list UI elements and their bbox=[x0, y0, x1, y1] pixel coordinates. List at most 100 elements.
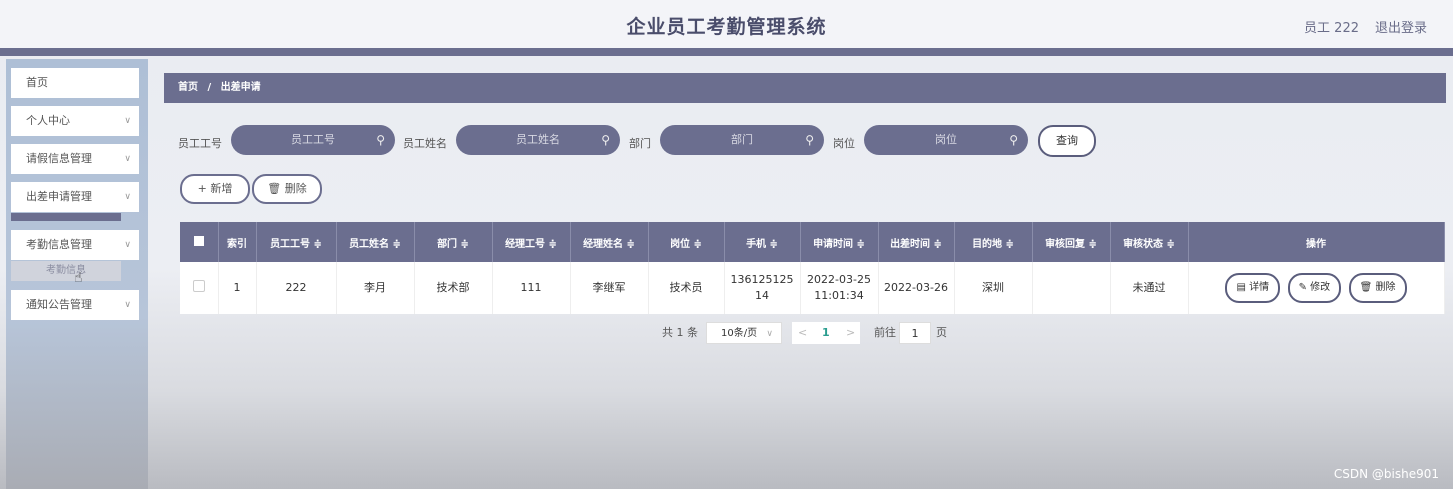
search-label-post: 岗位 bbox=[833, 137, 855, 150]
watermark: CSDN @bishe901 bbox=[1333, 467, 1439, 481]
sidebar-item-business-trip[interactable]: 出差申请管理 ∨ bbox=[11, 182, 139, 212]
detail-label: 详情 bbox=[1249, 282, 1270, 293]
search-icon: ⚲ bbox=[601, 133, 610, 147]
breadcrumb-home[interactable]: 首页 bbox=[178, 82, 198, 93]
input-placeholder: 部门 bbox=[731, 133, 753, 146]
sidebar-item-attendance[interactable]: 考勤信息管理 ∨ bbox=[11, 230, 139, 260]
column-header[interactable]: 经理姓名 ≑ bbox=[570, 222, 649, 262]
cell-trip-date: 2022-03-26 bbox=[878, 262, 955, 314]
document-icon: ▤ bbox=[1236, 282, 1246, 293]
cell-actions: ▤ 详情 ✎ 修改 🗑 删除 bbox=[1188, 262, 1445, 314]
phone-line-2: 14 bbox=[755, 289, 769, 302]
sidebar: 首页 个人中心 ∨ 请假信息管理 ∨ 出差申请管理 ∨ 考勤信息管理 ∨ 考勤信… bbox=[6, 59, 148, 489]
column-header[interactable]: 员工姓名 ≑ bbox=[336, 222, 415, 262]
cell-emp-name: 李月 bbox=[336, 262, 415, 314]
chevron-down-icon: ∨ bbox=[124, 300, 131, 310]
row-checkbox[interactable] bbox=[180, 262, 219, 314]
cell-emp-id: 222 bbox=[256, 262, 337, 314]
prev-page-button[interactable]: < bbox=[798, 322, 807, 344]
sidebar-item-leave[interactable]: 请假信息管理 ∨ bbox=[11, 144, 139, 174]
table-header-row: 索引 员工工号 ≑ 员工姓名 ≑ 部门 ≑ 经理工号 ≑ 经理姓名 ≑ 岗位 ≑… bbox=[180, 222, 1445, 262]
column-header[interactable]: 岗位 ≑ bbox=[648, 222, 725, 262]
search-label-dept: 部门 bbox=[629, 137, 651, 150]
chevron-down-icon: ∨ bbox=[124, 192, 131, 202]
sidebar-item-home[interactable]: 首页 bbox=[11, 68, 139, 98]
input-placeholder: 员工姓名 bbox=[516, 133, 560, 146]
column-header[interactable]: 审核回复 ≑ bbox=[1032, 222, 1111, 262]
sidebar-item-personal-center[interactable]: 个人中心 ∨ bbox=[11, 106, 139, 136]
cell-phone: 136125125 14 bbox=[724, 262, 801, 314]
search-label-emp-id: 员工工号 bbox=[178, 137, 222, 150]
search-icon: ⚲ bbox=[376, 133, 385, 147]
column-header[interactable]: 出差时间 ≑ bbox=[878, 222, 955, 262]
search-icon: ⚲ bbox=[1009, 133, 1018, 147]
dept-search-input[interactable]: 部门 ⚲ bbox=[660, 125, 824, 155]
sidebar-item-label: 个人中心 bbox=[26, 114, 70, 127]
cell-post: 技术员 bbox=[648, 262, 725, 314]
emp-id-search-input[interactable]: 员工工号 ⚲ bbox=[231, 125, 395, 155]
column-header[interactable]: 经理工号 ≑ bbox=[492, 222, 571, 262]
breadcrumb-current: 出差申请 bbox=[220, 82, 261, 93]
edit-button[interactable]: ✎ 修改 bbox=[1287, 273, 1342, 303]
chevron-down-icon: ∨ bbox=[124, 154, 131, 164]
edit-label: 修改 bbox=[1310, 282, 1331, 293]
chevron-down-icon: ∨ bbox=[766, 329, 773, 339]
sidebar-item-label: 首页 bbox=[26, 76, 48, 89]
pencil-icon: ✎ bbox=[1298, 282, 1307, 293]
select-all-checkbox[interactable] bbox=[180, 222, 219, 262]
sidebar-item-label: 考勤信息管理 bbox=[26, 238, 92, 251]
cell-mgr-name: 李继军 bbox=[570, 262, 649, 314]
add-button[interactable]: + 新增 bbox=[180, 174, 250, 204]
pagination-nav: < 1 > bbox=[792, 322, 860, 344]
cell-destination: 深圳 bbox=[954, 262, 1033, 314]
column-header[interactable]: 手机 ≑ bbox=[724, 222, 801, 262]
apply-clock: 11:01:34 bbox=[814, 289, 864, 302]
cell-status: 未通过 bbox=[1110, 262, 1189, 314]
cell-apply-time: 2022-03-25 11:01:34 bbox=[800, 262, 879, 314]
query-button[interactable]: 查询 bbox=[1038, 125, 1096, 157]
column-header[interactable]: 目的地 ≑ bbox=[954, 222, 1033, 262]
goto-page-input[interactable]: 1 bbox=[899, 322, 931, 344]
trash-icon: 🗑 bbox=[1359, 282, 1373, 293]
sidebar-item-notice[interactable]: 通知公告管理 ∨ bbox=[11, 290, 139, 320]
input-placeholder: 员工工号 bbox=[291, 133, 335, 146]
breadcrumb: 首页 / 出差申请 bbox=[164, 73, 1446, 103]
page-size-select[interactable]: 10条/页 ∨ bbox=[706, 322, 782, 344]
sidebar-item-label: 出差申请管理 bbox=[26, 190, 92, 203]
cell-reply bbox=[1032, 262, 1111, 314]
post-search-input[interactable]: 岗位 ⚲ bbox=[864, 125, 1028, 155]
trash-icon: 🗑 bbox=[267, 182, 282, 195]
page-size-value: 10条/页 bbox=[721, 328, 758, 339]
cell-dept: 技术部 bbox=[414, 262, 493, 314]
column-header: 操作 bbox=[1188, 222, 1445, 262]
column-header[interactable]: 申请时间 ≑ bbox=[800, 222, 879, 262]
column-header[interactable]: 部门 ≑ bbox=[414, 222, 493, 262]
batch-delete-label: 删除 bbox=[284, 182, 307, 195]
delete-button[interactable]: 🗑 删除 bbox=[1348, 273, 1407, 303]
goto-label: 前往 bbox=[874, 326, 896, 339]
apply-date: 2022-03-25 bbox=[807, 273, 871, 286]
delete-label: 删除 bbox=[1375, 282, 1396, 293]
chevron-up-icon: ∨ bbox=[124, 240, 131, 250]
input-placeholder: 岗位 bbox=[935, 133, 957, 146]
page-number-current[interactable]: 1 bbox=[822, 322, 830, 344]
header-divider bbox=[0, 48, 1453, 56]
current-user: 员工 222 bbox=[1304, 21, 1359, 36]
hand-pointer-icon: ☝ bbox=[74, 270, 83, 286]
column-header: 索引 bbox=[218, 222, 257, 262]
phone-line-1: 136125125 bbox=[730, 273, 794, 286]
emp-name-search-input[interactable]: 员工姓名 ⚲ bbox=[456, 125, 620, 155]
pagination-total: 共 1 条 bbox=[662, 326, 698, 339]
batch-delete-button[interactable]: 🗑 删除 bbox=[252, 174, 322, 204]
chevron-down-icon: ∨ bbox=[124, 116, 131, 126]
table-row: 1 222 李月 技术部 111 李继军 技术员 136125125 14 20… bbox=[180, 262, 1445, 314]
top-header: 企业员工考勤管理系统 员工 222 退出登录 bbox=[0, 0, 1453, 48]
trip-table: 索引 员工工号 ≑ 员工姓名 ≑ 部门 ≑ 经理工号 ≑ 经理姓名 ≑ 岗位 ≑… bbox=[180, 222, 1445, 314]
cell-index: 1 bbox=[218, 262, 257, 314]
column-header[interactable]: 员工工号 ≑ bbox=[256, 222, 337, 262]
submenu-item-attendance-info[interactable]: 考勤信息 bbox=[11, 261, 121, 281]
next-page-button[interactable]: > bbox=[846, 322, 855, 344]
detail-button[interactable]: ▤ 详情 bbox=[1225, 273, 1281, 303]
column-header[interactable]: 审核状态 ≑ bbox=[1110, 222, 1189, 262]
logout-link[interactable]: 退出登录 bbox=[1375, 17, 1427, 36]
